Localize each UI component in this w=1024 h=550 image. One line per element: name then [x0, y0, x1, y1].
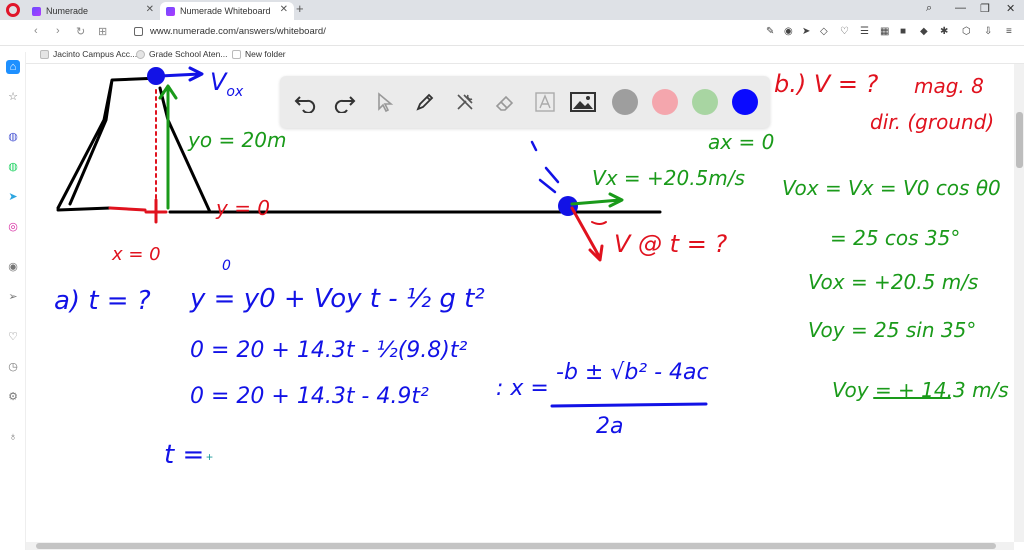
- opera-logo-icon[interactable]: [6, 3, 20, 17]
- grid-icon[interactable]: ▦: [880, 26, 889, 37]
- address-bar: ‹ › ↻ ⊞ www.numerade.com/answers/whitebo…: [0, 20, 1024, 46]
- telegram-icon[interactable]: ➤: [6, 190, 20, 204]
- bookmarks-bar: Jacinto Campus Acc... Grade School Aten.…: [0, 46, 1024, 64]
- bookmark-icon: [136, 49, 145, 59]
- puzzle-icon[interactable]: ✱: [940, 26, 948, 37]
- tab-numerade-whiteboard[interactable]: Numerade Whiteboard ✕: [160, 2, 294, 20]
- bookmark-item[interactable]: Grade School Aten...: [136, 49, 227, 59]
- opera-sidebar: ⌂ ☆ ◍ ◍ ➤ ◎ ◉ ➢ ♡ ◷ ⚙ ♁: [0, 52, 26, 550]
- forward-icon[interactable]: ›: [56, 25, 60, 37]
- bookmark-folder[interactable]: New folder: [232, 49, 286, 59]
- quadratic-denominator: 2a: [596, 414, 624, 439]
- menu-icon[interactable]: ≡: [1006, 26, 1012, 37]
- color-gray-swatch[interactable]: [612, 89, 638, 115]
- eq3: 0 = 20 + 14.3t - 4.9t²: [190, 384, 429, 409]
- bookmark-item[interactable]: Jacinto Campus Acc...: [40, 49, 137, 59]
- ax-zero-label: ax = 0: [708, 130, 775, 154]
- tab-label: Numerade Whiteboard: [180, 6, 271, 16]
- send-icon[interactable]: ➤: [802, 26, 810, 37]
- adblock-icon[interactable]: ◆: [920, 26, 928, 37]
- home-icon[interactable]: ⌂: [6, 60, 20, 74]
- restore-icon[interactable]: ❐: [980, 2, 990, 15]
- vox-label: Vox: [210, 68, 244, 100]
- shield-icon[interactable]: ◇: [820, 26, 828, 37]
- vx-ground-label: Vx = +20.5m/s: [592, 166, 745, 190]
- minimize-icon[interactable]: —: [955, 2, 966, 14]
- tabs-grid-icon[interactable]: ⊞: [98, 25, 107, 38]
- drawing-toolbar: [280, 76, 770, 128]
- quadratic-lhs: : x =: [496, 376, 549, 401]
- bookmark-icon: [40, 49, 49, 59]
- eq1-zero: 0: [222, 258, 231, 274]
- heart-icon[interactable]: ♡: [6, 330, 20, 344]
- quadratic-numerator: -b ± √b² - 4ac: [556, 360, 709, 385]
- color-green-swatch[interactable]: [692, 89, 718, 115]
- close-tab-icon[interactable]: ✕: [280, 4, 288, 15]
- y-zero-label: y = 0: [216, 196, 271, 220]
- mag-label: mag. 8: [914, 74, 984, 98]
- eq-voy-value: Voy = + 14.3 m/s: [832, 378, 1009, 402]
- settings-icon[interactable]: ⚙: [6, 390, 20, 404]
- instagram-icon[interactable]: ◎: [6, 220, 20, 234]
- send-icon[interactable]: ➢: [6, 290, 20, 304]
- eq2: 0 = 20 + 14.3t - ½(9.8)t²: [190, 338, 468, 363]
- edit-icon[interactable]: ✎: [766, 26, 774, 37]
- y0-height-label: yo = 20m: [188, 128, 287, 152]
- color-pink-swatch[interactable]: [652, 89, 678, 115]
- heart-icon[interactable]: ♡: [840, 26, 849, 37]
- part-b-label: b.) V = ?: [774, 70, 879, 98]
- close-window-icon[interactable]: ✕: [1006, 2, 1015, 15]
- whiteboard-drawing: [56, 66, 951, 408]
- eraser-icon[interactable]: [492, 89, 518, 115]
- v-at-t-label: V @ t = ?: [614, 230, 728, 258]
- download-icon[interactable]: ⇩: [984, 26, 992, 37]
- eq-voy: Voy = 25 sin 35°: [808, 318, 977, 342]
- eq-vox-value: Vox = +20.5 m/s: [808, 270, 979, 294]
- tab-bar: Numerade ✕ Numerade Whiteboard ✕ + ⌕ — ❐…: [0, 0, 1024, 20]
- x-zero-label: x = 0: [112, 244, 161, 265]
- search-icon[interactable]: ⌕: [926, 2, 932, 15]
- whatsapp-icon[interactable]: ◍: [6, 160, 20, 174]
- eq-vox: Vox = Vx = V0 cos θ0: [782, 176, 1001, 200]
- numerade-favicon-icon: [32, 6, 41, 16]
- cursor-crosshair-icon: +: [206, 450, 214, 464]
- url-field[interactable]: www.numerade.com/answers/whiteboard/: [150, 26, 326, 37]
- text-icon[interactable]: [532, 89, 558, 115]
- camera-icon[interactable]: ◉: [784, 26, 793, 37]
- history-icon[interactable]: ◷: [6, 360, 20, 374]
- vertical-scroll-thumb[interactable]: [1016, 112, 1023, 168]
- star-icon[interactable]: ☆: [6, 90, 20, 104]
- image-icon[interactable]: [570, 89, 596, 115]
- player-icon[interactable]: ◉: [6, 260, 20, 274]
- folder-icon: [232, 49, 241, 59]
- color-blue-swatch[interactable]: [732, 89, 758, 115]
- tips-icon[interactable]: ♁: [6, 430, 20, 444]
- cube-icon[interactable]: ⬡: [962, 26, 971, 37]
- settings-icon[interactable]: ☰: [860, 26, 869, 37]
- eq-cos: = 25 cos 35°: [830, 226, 961, 250]
- horizontal-scroll-thumb[interactable]: [36, 543, 996, 549]
- tab-numerade[interactable]: Numerade ✕: [26, 2, 160, 20]
- close-tab-icon[interactable]: ✕: [146, 4, 154, 15]
- t-equals: t =: [164, 440, 205, 470]
- numerade-favicon-icon: [166, 6, 175, 16]
- pen-icon[interactable]: [412, 89, 438, 115]
- tools-icon[interactable]: [452, 89, 478, 115]
- select-icon[interactable]: [372, 89, 398, 115]
- messenger-icon[interactable]: ◍: [6, 130, 20, 144]
- tab-label: Numerade: [46, 6, 89, 16]
- eq1: y = y0 + Voy t - ½ g t²: [190, 284, 485, 314]
- whiteboard-canvas[interactable]: Vox yo = 20m y = 0 x = 0 ax = 0 Vx = +20…: [26, 64, 1014, 542]
- reload-icon[interactable]: ↻: [76, 25, 85, 38]
- lock-icon: [134, 27, 143, 36]
- dir-label: dir. (ground): [870, 110, 995, 134]
- extension-off-icon[interactable]: ■: [900, 26, 906, 37]
- redo-icon[interactable]: [332, 89, 358, 115]
- undo-icon[interactable]: [292, 89, 318, 115]
- back-icon[interactable]: ‹: [34, 25, 38, 37]
- part-a-label: a) t = ?: [54, 286, 151, 316]
- new-tab-icon[interactable]: +: [296, 1, 304, 16]
